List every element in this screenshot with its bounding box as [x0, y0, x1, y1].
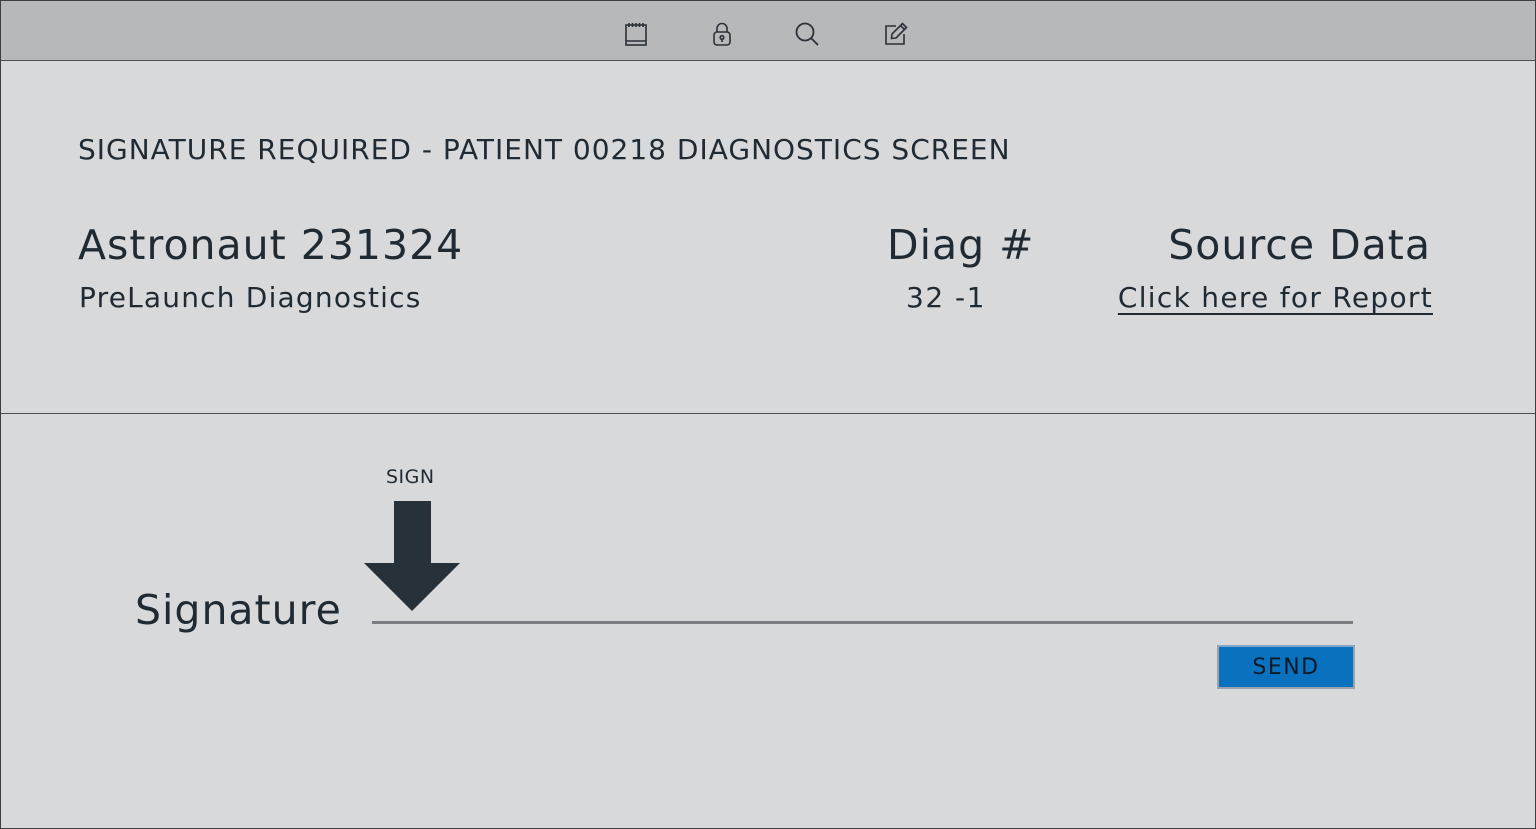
diag-number-value: 32 -1	[906, 281, 986, 314]
diagnostics-type: PreLaunch Diagnostics	[79, 281, 422, 314]
diagnostics-screen: SIGNATURE REQUIRED - PATIENT 00218 DIAGN…	[0, 0, 1536, 829]
signature-label: Signature	[135, 586, 342, 634]
search-icon[interactable]	[792, 19, 822, 49]
page-title: SIGNATURE REQUIRED - PATIENT 00218 DIAGN…	[78, 133, 1011, 166]
lock-icon[interactable]	[707, 19, 737, 49]
notepad-icon[interactable]	[621, 19, 651, 49]
top-toolbar	[1, 1, 1535, 61]
send-button[interactable]: SEND	[1217, 645, 1355, 689]
sign-hint: SIGN	[386, 466, 435, 488]
astronaut-name: Astronaut 231324	[78, 221, 464, 269]
patient-header: SIGNATURE REQUIRED - PATIENT 00218 DIAGN…	[1, 61, 1535, 414]
source-data-label: Source Data	[1168, 221, 1431, 269]
edit-icon[interactable]	[881, 19, 911, 49]
signature-input[interactable]	[372, 580, 1353, 624]
diag-number-label: Diag #	[887, 221, 1035, 269]
report-link[interactable]: Click here for Report	[1118, 281, 1433, 314]
signature-section: SIGN Signature SEND	[1, 414, 1535, 828]
